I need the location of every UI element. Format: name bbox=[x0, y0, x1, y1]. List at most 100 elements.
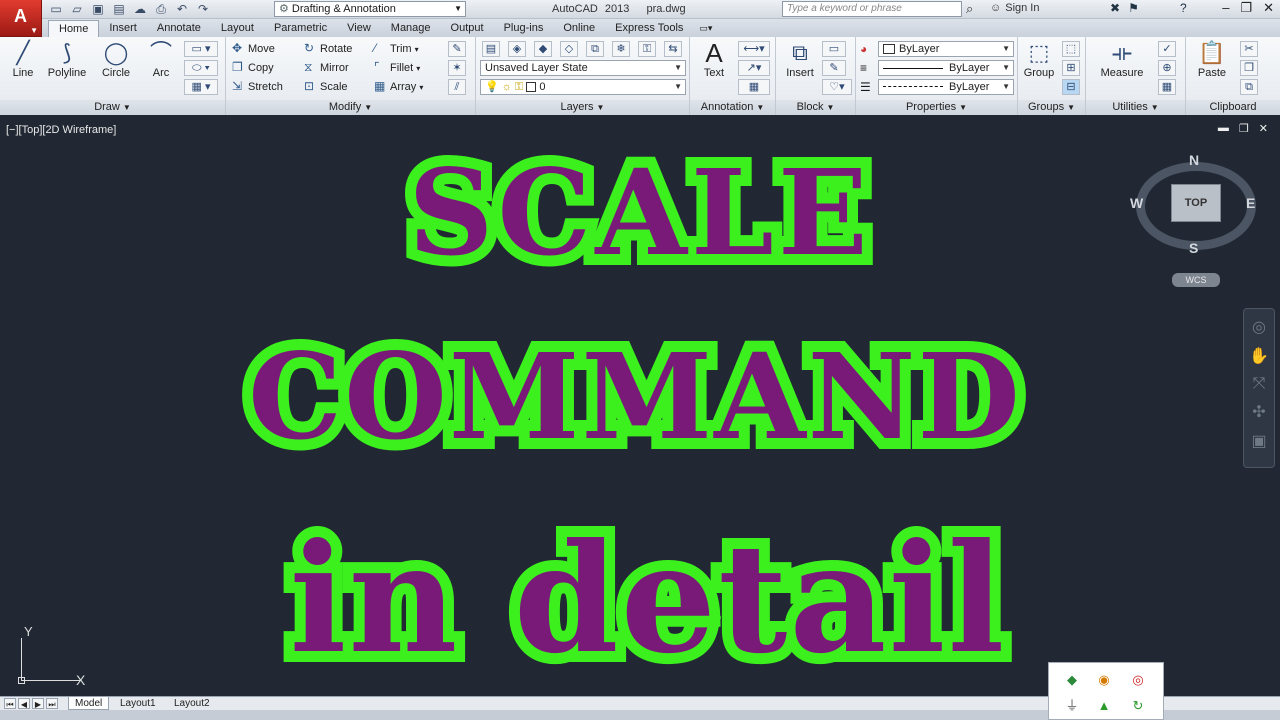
tab-manage[interactable]: Manage bbox=[381, 20, 441, 37]
close-icon[interactable]: ✕ bbox=[1263, 0, 1274, 16]
layer-walk-button[interactable]: ⇆ bbox=[664, 41, 682, 57]
tab-annotate[interactable]: Annotate bbox=[147, 20, 211, 37]
layers-panel-title[interactable]: Layers ▼ bbox=[476, 100, 689, 115]
trim-button[interactable]: ⁄ Trim ▾ bbox=[374, 41, 419, 55]
attribute-button[interactable]: ♡▾ bbox=[822, 79, 852, 95]
linetype-icon[interactable]: ☰ bbox=[860, 80, 871, 94]
color-wheel-icon[interactable]: ◕ bbox=[860, 42, 867, 56]
mirror-button[interactable]: ⧖ Mirror bbox=[304, 60, 349, 75]
tab-online[interactable]: Online bbox=[553, 20, 605, 37]
pan-hand-icon[interactable]: ✋ bbox=[1249, 346, 1269, 366]
polyline-button[interactable]: ⟆ Polyline bbox=[42, 39, 92, 79]
compass-south[interactable]: S bbox=[1189, 240, 1198, 256]
compass-north[interactable]: N bbox=[1189, 152, 1199, 168]
cloud-icon[interactable]: ☁ bbox=[132, 2, 148, 17]
quick-select-button[interactable]: ✓ bbox=[1158, 41, 1176, 57]
tray-update-icon[interactable]: ↻ bbox=[1129, 697, 1147, 715]
workspace-select[interactable]: ⚙ Drafting & Annotation ▼ bbox=[274, 1, 466, 17]
wcs-menu-button[interactable]: WCS bbox=[1172, 273, 1220, 287]
search-input[interactable]: Type a keyword or phrase bbox=[782, 1, 962, 17]
new-icon[interactable]: ▭ bbox=[48, 2, 64, 17]
erase-button[interactable]: ✎ bbox=[448, 41, 466, 57]
hatch-button[interactable]: ▦ ▾ bbox=[184, 79, 218, 95]
line-button[interactable]: ╱ Line bbox=[6, 39, 40, 79]
clipboard-panel-title[interactable]: Clipboard bbox=[1186, 100, 1280, 115]
ellipse-button[interactable]: ⬭ ▾ bbox=[184, 60, 218, 76]
explode-button[interactable]: ✶ bbox=[448, 60, 466, 76]
application-menu-button[interactable]: A ▼ bbox=[0, 0, 42, 37]
tab-plug-ins[interactable]: Plug-ins bbox=[494, 20, 554, 37]
scale-button[interactable]: ⊡ Scale bbox=[304, 79, 348, 93]
layer-off-button[interactable]: ◇ bbox=[560, 41, 578, 57]
tab-layout1[interactable]: Layout1 bbox=[114, 697, 162, 710]
drawing-viewport[interactable]: [−][Top][2D Wireframe] ▬ ❐ ✕ SCALE COMMA… bbox=[0, 116, 1280, 696]
layer-lock-button[interactable]: ⚿ bbox=[638, 41, 656, 57]
undo-icon[interactable]: ↶ bbox=[174, 2, 190, 17]
draw-panel-title[interactable]: Draw ▼ bbox=[0, 100, 225, 115]
restore-icon[interactable]: ❐ bbox=[1240, 0, 1252, 16]
linetype-select[interactable]: ByLayer ▼ bbox=[878, 79, 1014, 95]
tray-drive-icon[interactable]: ▲ bbox=[1095, 697, 1113, 715]
create-block-button[interactable]: ▭ bbox=[822, 41, 846, 57]
layer-state-select[interactable]: Unsaved Layer State ▼ bbox=[480, 60, 686, 76]
group-button[interactable]: ⬚ Group bbox=[1020, 39, 1058, 79]
ribbon-minimize-icon[interactable]: ▭▾ bbox=[693, 20, 718, 37]
last-tab-icon[interactable]: ⏭ bbox=[46, 698, 58, 709]
tab-parametric[interactable]: Parametric bbox=[264, 20, 337, 37]
utilities-panel-title[interactable]: Utilities ▼ bbox=[1086, 100, 1185, 115]
tab-layout2[interactable]: Layout2 bbox=[168, 697, 216, 710]
layer-properties-button[interactable]: ▤ bbox=[482, 41, 500, 57]
annotation-panel-title[interactable]: Annotation ▼ bbox=[690, 100, 775, 115]
compass-west[interactable]: W bbox=[1130, 195, 1143, 211]
redo-icon[interactable]: ↷ bbox=[195, 2, 211, 17]
stretch-button[interactable]: ⇲ Stretch bbox=[232, 79, 283, 93]
orbit-icon[interactable]: ✣ bbox=[1252, 402, 1265, 422]
text-button[interactable]: A Text bbox=[694, 39, 734, 79]
tray-media-icon[interactable]: ◉ bbox=[1095, 671, 1113, 689]
ungroup-button[interactable]: ⬚ bbox=[1062, 41, 1080, 57]
copy-base-button[interactable]: ⧉ bbox=[1240, 79, 1258, 95]
layer-select[interactable]: 💡 ☼ ⚿ 0 ▼ bbox=[480, 79, 686, 95]
lineweight-icon[interactable]: ≡ bbox=[860, 61, 867, 75]
next-tab-icon[interactable]: ▶ bbox=[32, 698, 44, 709]
groups-panel-title[interactable]: Groups ▼ bbox=[1018, 100, 1085, 115]
array-button[interactable]: ▦ Array ▾ bbox=[374, 79, 423, 93]
group-selection-button[interactable]: ⊟ bbox=[1062, 79, 1080, 95]
select-all-button[interactable]: ⊕ bbox=[1158, 60, 1176, 76]
viewcube-top-face[interactable]: TOP bbox=[1171, 184, 1221, 222]
restore-icon[interactable]: ❐ bbox=[1239, 122, 1249, 135]
tab-model[interactable]: Model bbox=[68, 697, 110, 710]
print-icon[interactable]: ⎙ bbox=[153, 2, 169, 17]
showmotion-icon[interactable]: ▣ bbox=[1251, 431, 1266, 451]
cut-button[interactable]: ✂ bbox=[1240, 41, 1258, 57]
move-button[interactable]: ✥ Move bbox=[232, 41, 275, 55]
copy-clip-button[interactable]: ❐ bbox=[1240, 60, 1258, 76]
communication-icon[interactable]: ⚑ bbox=[1128, 1, 1139, 15]
circle-button[interactable]: ◯ Circle bbox=[96, 39, 136, 79]
tab-insert[interactable]: Insert bbox=[99, 20, 147, 37]
save-icon[interactable]: ▣ bbox=[90, 2, 106, 17]
viewcube[interactable]: TOP N S E W bbox=[1130, 152, 1266, 262]
sign-in-button[interactable]: ☺ Sign In bbox=[990, 2, 1039, 14]
properties-panel-title[interactable]: Properties ▼ bbox=[856, 100, 1017, 115]
prev-tab-icon[interactable]: ◀ bbox=[18, 698, 30, 709]
lineweight-select[interactable]: ByLayer ▼ bbox=[878, 60, 1014, 76]
first-tab-icon[interactable]: ⏮ bbox=[4, 698, 16, 709]
zoom-icon[interactable]: ⤧ bbox=[1253, 375, 1266, 393]
tray-usb-icon[interactable]: ⏚ bbox=[1063, 697, 1081, 715]
table-button[interactable]: ▦ bbox=[738, 79, 770, 95]
tab-express-tools[interactable]: Express Tools bbox=[605, 20, 693, 37]
insert-button[interactable]: ⧉ Insert bbox=[780, 39, 820, 79]
save-as-icon[interactable]: ▤ bbox=[111, 2, 127, 17]
fillet-button[interactable]: ⌜ Fillet ▾ bbox=[374, 60, 420, 74]
rotate-button[interactable]: ↻ Rotate bbox=[304, 41, 352, 55]
layer-freeze-button[interactable]: ❄ bbox=[612, 41, 630, 57]
calculator-button[interactable]: ▦ bbox=[1158, 79, 1176, 95]
tab-layout[interactable]: Layout bbox=[211, 20, 264, 37]
close-icon[interactable]: ✕ bbox=[1259, 122, 1268, 135]
tab-output[interactable]: Output bbox=[441, 20, 494, 37]
help-icon[interactable]: ? bbox=[1180, 1, 1187, 15]
offset-button[interactable]: ⫽ bbox=[448, 79, 466, 95]
compass-east[interactable]: E bbox=[1246, 195, 1255, 211]
tab-view[interactable]: View bbox=[337, 20, 381, 37]
